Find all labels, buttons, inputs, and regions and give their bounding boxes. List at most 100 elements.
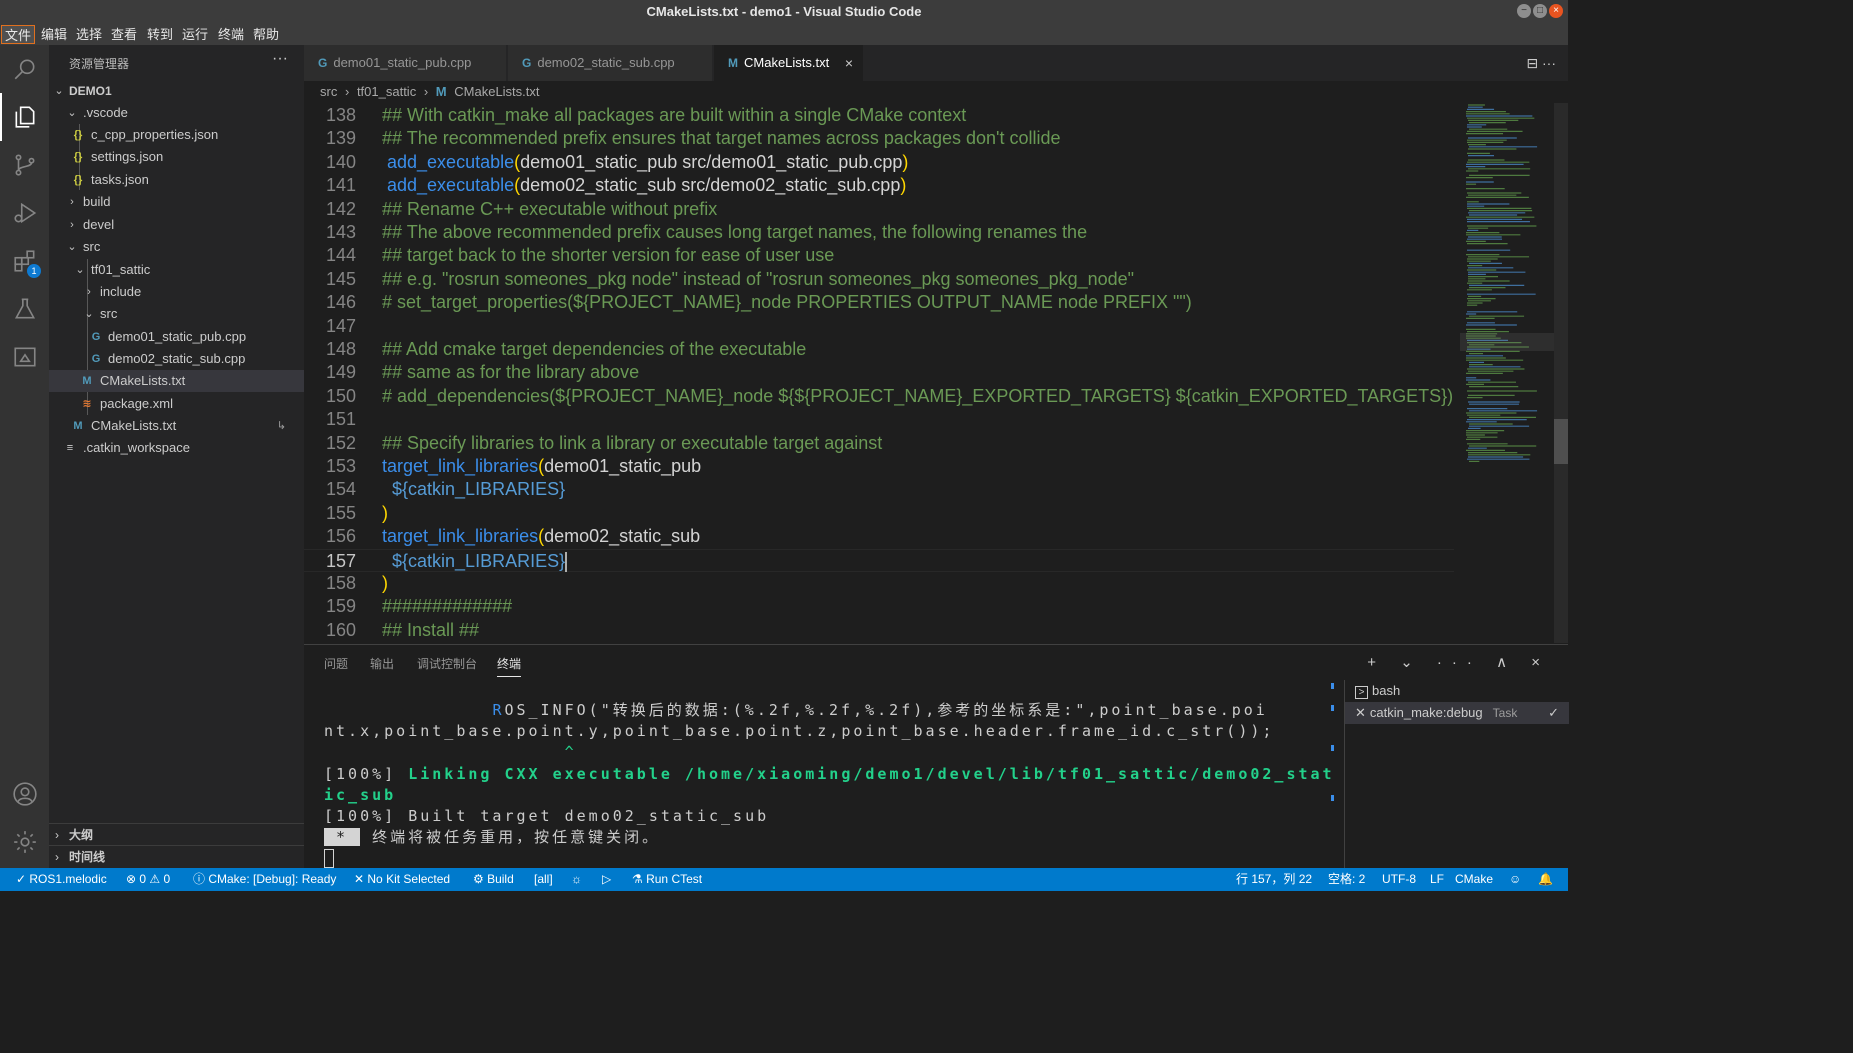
- tree-file-demo01-static-pub[interactable]: G demo01_static_pub.cpp: [49, 326, 304, 348]
- menu-help[interactable]: 帮助: [250, 25, 282, 44]
- code-line[interactable]: 144 ## target back to the shorter version…: [304, 244, 1454, 267]
- run-ctest-button[interactable]: ⚗ Run CTest: [632, 868, 702, 891]
- code-line[interactable]: 153 target_link_libraries(demo01_static_p…: [304, 455, 1454, 478]
- source-control-icon[interactable]: [0, 141, 49, 189]
- code-line[interactable]: 141 add_executable(demo02_static_sub src…: [304, 174, 1454, 197]
- menu-run[interactable]: 运行: [179, 25, 211, 44]
- tree-folder-vscode[interactable]: ⌄ .vscode: [49, 102, 304, 124]
- code-line[interactable]: 145 ## e.g. "rosrun someones_pkg node" in…: [304, 268, 1454, 291]
- eol-status[interactable]: LF: [1430, 868, 1444, 891]
- code-line[interactable]: 154 ${catkin_LIBRARIES}: [304, 478, 1454, 501]
- terminal-output[interactable]: ROS_INFO("转换后的数据:(%.2f,%.2f,%.2f),参考的坐标系…: [324, 700, 1332, 870]
- notifications-icon[interactable]: 🔔: [1538, 868, 1553, 891]
- close-window-button[interactable]: ×: [1549, 4, 1563, 18]
- code-line[interactable]: 155): [304, 502, 1454, 525]
- kit-status[interactable]: ✕ No Kit Selected: [354, 868, 450, 891]
- panel-tab-terminal[interactable]: 终端: [497, 655, 522, 677]
- feedback-icon[interactable]: ☺: [1509, 868, 1521, 891]
- testing-icon[interactable]: [0, 285, 49, 333]
- code-line[interactable]: 160 ## Install ##: [304, 619, 1454, 642]
- tree-folder-src[interactable]: ⌄ src: [49, 236, 304, 258]
- split-editor-more-actions[interactable]: ⊟ ···: [1526, 45, 1556, 81]
- tree-file-c-cpp-properties[interactable]: {} c_cpp_properties.json: [49, 124, 304, 146]
- cursor-position[interactable]: 行 157，列 22: [1236, 868, 1312, 891]
- minimap-viewport[interactable]: [1460, 333, 1554, 351]
- tree-file-catkin-workspace[interactable]: ≡ .catkin_workspace: [49, 437, 304, 459]
- editor-scrollbar[interactable]: [1554, 103, 1568, 643]
- code-line[interactable]: 143 ## The above recommended prefix cause…: [304, 221, 1454, 244]
- tree-file-cmakelists-selected[interactable]: M CMakeLists.txt: [49, 370, 304, 392]
- minimize-button[interactable]: −: [1517, 4, 1531, 18]
- tree-file-demo02-static-sub[interactable]: G demo02_static_sub.cpp: [49, 348, 304, 370]
- menu-file[interactable]: 文件: [1, 25, 36, 44]
- tree-file-package-xml[interactable]: ≋ package.xml: [49, 393, 304, 415]
- tree-folder-devel[interactable]: › devel: [49, 214, 304, 236]
- tree-folder-src-inner[interactable]: ⌄ src: [49, 303, 304, 325]
- indentation-status[interactable]: 空格: 2: [1328, 868, 1365, 891]
- code-line[interactable]: 157 ${catkin_LIBRARIES}: [304, 548, 1454, 572]
- tree-folder-tf01-sattic[interactable]: ⌄ tf01_sattic: [49, 259, 304, 281]
- code-line[interactable]: 156 target_link_libraries(demo02_static_s…: [304, 525, 1454, 548]
- panel-actions[interactable]: + ⌄ ··· ∧ ×: [1367, 653, 1550, 671]
- outline-section[interactable]: › 大纲: [49, 823, 304, 845]
- settings-gear-icon[interactable]: [0, 818, 49, 866]
- timeline-section[interactable]: › 时间线: [49, 845, 304, 867]
- terminal-item-bash[interactable]: > bash: [1345, 680, 1569, 702]
- menu-go[interactable]: 转到: [144, 25, 176, 44]
- explorer-more-button[interactable]: ···: [272, 50, 288, 68]
- panel-tab-problems[interactable]: 问题: [324, 655, 348, 672]
- code-line[interactable]: 139 ## The recommended prefix ensures tha…: [304, 127, 1454, 150]
- code-line[interactable]: 148 ## Add cmake target dependencies of t…: [304, 338, 1454, 361]
- remote-status[interactable]: ✓ ROS1.melodic: [16, 868, 107, 891]
- problems-status[interactable]: ⊗ 0 ⚠ 0: [126, 868, 170, 891]
- code-line[interactable]: 142 ## Rename C++ executable without pref…: [304, 198, 1454, 221]
- code-line[interactable]: 146 # set_target_properties(${PROJECT_NAM…: [304, 291, 1454, 314]
- run-icon[interactable]: ▷: [602, 868, 611, 891]
- tree-file-cmakelists-root[interactable]: M CMakeLists.txt ↳: [49, 415, 304, 437]
- breadcrumb-tf01-sattic[interactable]: tf01_sattic: [357, 84, 416, 99]
- language-mode[interactable]: CMake: [1455, 868, 1493, 891]
- cmake-status[interactable]: ⓘ CMake: [Debug]: Ready: [193, 868, 336, 891]
- panel-tab-output[interactable]: 输出: [370, 655, 394, 672]
- menu-view[interactable]: 查看: [108, 25, 140, 44]
- tree-file-tasks[interactable]: {} tasks.json: [49, 169, 304, 191]
- breadcrumb-src[interactable]: src: [320, 84, 337, 99]
- encoding-status[interactable]: UTF-8: [1382, 868, 1416, 891]
- code-line[interactable]: 158): [304, 572, 1454, 595]
- breadcrumb-cmakelists[interactable]: CMakeLists.txt: [454, 84, 539, 99]
- menu-selection[interactable]: 选择: [73, 25, 105, 44]
- panel-tab-debug-console[interactable]: 调试控制台: [417, 655, 477, 672]
- code-line[interactable]: 151: [304, 408, 1454, 431]
- tree-folder-build[interactable]: › build: [49, 191, 304, 213]
- tab-demo02-static-sub[interactable]: Gdemo02_static_sub.cpp: [508, 45, 713, 81]
- maximize-button[interactable]: □: [1533, 4, 1547, 18]
- minimap[interactable]: [1460, 103, 1554, 643]
- code-line[interactable]: 150 # add_dependencies(${PROJECT_NAME}_no…: [304, 385, 1454, 408]
- code-line[interactable]: 159 #############: [304, 595, 1454, 618]
- code-line[interactable]: 152 ## Specify libraries to link a librar…: [304, 432, 1454, 455]
- tree-file-settings[interactable]: {} settings.json: [49, 146, 304, 168]
- debug-icon[interactable]: ☼: [571, 868, 582, 891]
- run-debug-icon[interactable]: [0, 189, 49, 237]
- extensions-icon[interactable]: 1: [0, 237, 49, 285]
- scrollbar-thumb[interactable]: [1554, 419, 1568, 464]
- explorer-icon[interactable]: [0, 93, 49, 141]
- menu-terminal[interactable]: 终端: [215, 25, 247, 44]
- code-line[interactable]: 140 add_executable(demo01_static_pub src…: [304, 151, 1454, 174]
- build-target[interactable]: [all]: [534, 868, 553, 891]
- close-tab-icon[interactable]: ×: [845, 45, 853, 81]
- terminal-item-catkin-make-debug[interactable]: ✕ catkin_make:debug Task ✓: [1345, 702, 1569, 724]
- build-button[interactable]: ⚙ Build: [473, 868, 514, 891]
- code-editor[interactable]: 138 ## With catkin_make all packages are …: [304, 103, 1568, 643]
- tree-root-demo1[interactable]: ⌄ DEMO1: [49, 80, 304, 102]
- code-line[interactable]: 138 ## With catkin_make all packages are …: [304, 104, 1454, 127]
- tree-folder-include[interactable]: › include: [49, 281, 304, 303]
- tab-demo01-static-pub[interactable]: Gdemo01_static_pub.cpp: [304, 45, 507, 81]
- search-icon[interactable]: [0, 45, 49, 93]
- account-icon[interactable]: [0, 770, 49, 818]
- code-line[interactable]: 147: [304, 315, 1454, 338]
- remote-explorer-icon[interactable]: [0, 333, 49, 381]
- menu-edit[interactable]: 编辑: [38, 25, 70, 44]
- tab-cmakelists[interactable]: M CMakeLists.txt ×: [714, 45, 864, 81]
- code-line[interactable]: 149 ## same as for the library above: [304, 361, 1454, 384]
